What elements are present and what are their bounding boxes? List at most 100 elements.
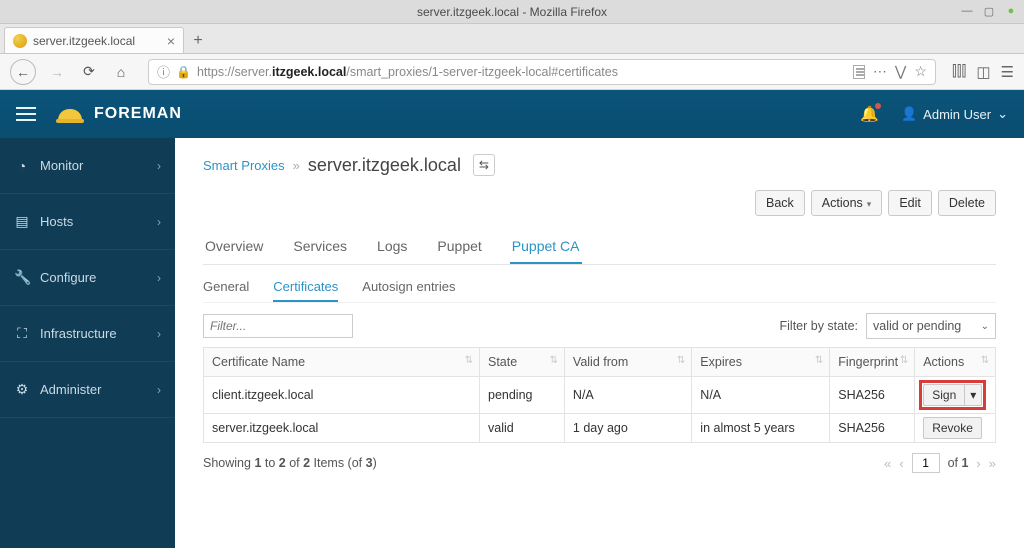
favicon-icon bbox=[13, 34, 27, 48]
cell-state: valid bbox=[480, 414, 565, 443]
chevron-right-icon: › bbox=[157, 271, 161, 285]
pager-next-button[interactable]: › bbox=[976, 456, 980, 471]
nav-home-button[interactable]: ⌂ bbox=[110, 61, 132, 83]
sidebar-item-configure[interactable]: 🔧 Configure › bbox=[0, 250, 175, 306]
app-header: FOREMAN 🔔 👤 Admin User ⌄ bbox=[0, 90, 1024, 138]
wrench-icon: 🔧 bbox=[14, 269, 30, 286]
user-menu-button[interactable]: 👤 Admin User ⌄ bbox=[901, 106, 1008, 122]
actions-button[interactable]: Actions▾ bbox=[811, 190, 883, 216]
sidebar-item-monitor[interactable]: ◔Monitor › bbox=[0, 138, 175, 194]
pocket-icon[interactable]: ⋁ bbox=[895, 63, 906, 80]
certificates-table: Certificate Name⇅ State⇅ Valid from⇅ Exp… bbox=[203, 347, 996, 443]
edit-button[interactable]: Edit bbox=[888, 190, 932, 216]
new-tab-button[interactable]: + bbox=[184, 29, 212, 53]
col-cert-name[interactable]: Certificate Name⇅ bbox=[204, 348, 480, 377]
chevron-right-icon: › bbox=[157, 215, 161, 229]
menu-icon[interactable]: ☰ bbox=[1001, 63, 1014, 81]
table-row: server.itzgeek.local valid 1 day ago in … bbox=[204, 414, 996, 443]
bookmark-icon[interactable]: ☆ bbox=[914, 63, 927, 80]
filter-state-select[interactable]: valid or pending ⌄ bbox=[866, 313, 996, 339]
sidebar-item-administer[interactable]: ⚙Administer › bbox=[0, 362, 175, 418]
tab-close-icon[interactable]: × bbox=[167, 33, 175, 49]
minimize-icon[interactable]: — bbox=[960, 5, 974, 18]
col-valid-from[interactable]: Valid from⇅ bbox=[564, 348, 691, 377]
brand-logo[interactable]: FOREMAN bbox=[56, 105, 182, 123]
browser-tab[interactable]: server.itzgeek.local × bbox=[4, 27, 184, 53]
sidebar-toggle-button[interactable] bbox=[16, 107, 36, 121]
url-bar[interactable]: ⓘ 🔒 https://server.itzgeek.local/smart_p… bbox=[148, 59, 936, 85]
sort-icon: ⇅ bbox=[815, 355, 821, 366]
content-area: Smart Proxies » server.itzgeek.local ⇆ B… bbox=[175, 138, 1024, 548]
caret-down-icon: ▾ bbox=[867, 199, 872, 209]
tab-overview[interactable]: Overview bbox=[203, 230, 265, 264]
breadcrumb-current: server.itzgeek.local bbox=[308, 155, 461, 176]
tab-services[interactable]: Services bbox=[291, 230, 349, 264]
cell-actions: Revoke bbox=[915, 414, 996, 443]
tab-logs[interactable]: Logs bbox=[375, 230, 409, 264]
browser-navbar: ← → ⟳ ⌂ ⓘ 🔒 https://server.itzgeek.local… bbox=[0, 54, 1024, 90]
hardhat-icon bbox=[56, 105, 84, 123]
sidebar-item-label: Configure bbox=[40, 270, 96, 285]
sign-dropdown-button[interactable]: ▾ bbox=[965, 384, 982, 406]
pager-last-button[interactable]: » bbox=[989, 456, 996, 471]
library-icon[interactable]: ⫿⫿⫿ bbox=[952, 63, 966, 80]
col-fingerprint[interactable]: Fingerprint⇅ bbox=[830, 348, 915, 377]
nav-reload-button[interactable]: ⟳ bbox=[78, 61, 100, 83]
sign-button[interactable]: Sign bbox=[923, 384, 965, 406]
lock-icon: 🔒 bbox=[176, 65, 191, 79]
sort-icon: ⇅ bbox=[677, 355, 683, 366]
filter-state-group: Filter by state: valid or pending ⌄ bbox=[780, 313, 997, 339]
switcher-button[interactable]: ⇆ bbox=[473, 154, 495, 176]
back-button[interactable]: Back bbox=[755, 190, 805, 216]
chevron-right-icon: › bbox=[157, 159, 161, 173]
sidebar-item-label: Monitor bbox=[40, 158, 83, 173]
os-window-title: server.itzgeek.local - Mozilla Firefox bbox=[417, 5, 607, 19]
os-titlebar: server.itzgeek.local - Mozilla Firefox —… bbox=[0, 0, 1024, 24]
sidebar-item-label: Infrastructure bbox=[40, 326, 117, 341]
breadcrumb-root-link[interactable]: Smart Proxies bbox=[203, 158, 285, 173]
gear-icon: ⚙ bbox=[14, 381, 30, 398]
site-info-icon[interactable]: ⓘ bbox=[157, 62, 170, 81]
sidebar-item-infrastructure[interactable]: ⛶ Infrastructure › bbox=[0, 306, 175, 362]
url-text: https://server.itzgeek.local/smart_proxi… bbox=[197, 65, 847, 79]
pager-prev-button[interactable]: ‹ bbox=[899, 456, 903, 471]
maximize-icon[interactable]: ▢ bbox=[982, 5, 996, 18]
sidebar-item-label: Hosts bbox=[40, 214, 73, 229]
chevron-down-icon: ⌄ bbox=[981, 321, 989, 332]
notifications-icon[interactable]: 🔔 bbox=[860, 105, 879, 123]
pager-page-input[interactable] bbox=[912, 453, 940, 473]
subtab-autosign[interactable]: Autosign entries bbox=[362, 271, 455, 302]
servers-icon: ▤ bbox=[14, 213, 30, 230]
chevron-right-icon: › bbox=[157, 327, 161, 341]
subtab-general[interactable]: General bbox=[203, 271, 249, 302]
sidebar: ◔Monitor › ▤ Hosts › 🔧 Configure › ⛶ Infras… bbox=[0, 138, 175, 548]
chevron-down-icon: ⌄ bbox=[997, 106, 1008, 122]
filter-state-label: Filter by state: bbox=[780, 319, 859, 333]
col-state[interactable]: State⇅ bbox=[480, 348, 565, 377]
nav-forward-button[interactable]: → bbox=[46, 61, 68, 83]
cell-fingerprint: SHA256 bbox=[830, 414, 915, 443]
os-window-controls: — ▢ ● bbox=[960, 5, 1018, 18]
nav-back-button[interactable]: ← bbox=[10, 59, 36, 85]
pager-first-button[interactable]: « bbox=[884, 456, 891, 471]
page-actions-icon[interactable]: ⋯ bbox=[873, 63, 887, 80]
close-icon[interactable]: ● bbox=[1004, 5, 1018, 18]
sub-tabs: General Certificates Autosign entries bbox=[203, 271, 996, 303]
tab-puppet[interactable]: Puppet bbox=[435, 230, 483, 264]
subtab-certificates[interactable]: Certificates bbox=[273, 271, 338, 302]
sidebar-item-hosts[interactable]: ▤ Hosts › bbox=[0, 194, 175, 250]
tab-puppet-ca[interactable]: Puppet CA bbox=[510, 230, 582, 264]
sitemap-icon: ⛶ bbox=[14, 325, 30, 342]
revoke-button[interactable]: Revoke bbox=[923, 417, 982, 439]
sidebar-toggle-icon[interactable]: ◫ bbox=[976, 63, 990, 81]
col-actions: Actions⇅ bbox=[915, 348, 996, 377]
reader-mode-icon[interactable] bbox=[853, 65, 865, 79]
main-tabs: Overview Services Logs Puppet Puppet CA bbox=[203, 230, 996, 265]
pager-of-label: of 1 bbox=[948, 456, 969, 470]
col-expires[interactable]: Expires⇅ bbox=[692, 348, 830, 377]
cell-fingerprint: SHA256 bbox=[830, 377, 915, 414]
filter-input[interactable] bbox=[203, 314, 353, 338]
page-toolbar: Back Actions▾ Edit Delete bbox=[203, 190, 996, 216]
browser-tab-strip: server.itzgeek.local × + bbox=[0, 24, 1024, 54]
delete-button[interactable]: Delete bbox=[938, 190, 996, 216]
